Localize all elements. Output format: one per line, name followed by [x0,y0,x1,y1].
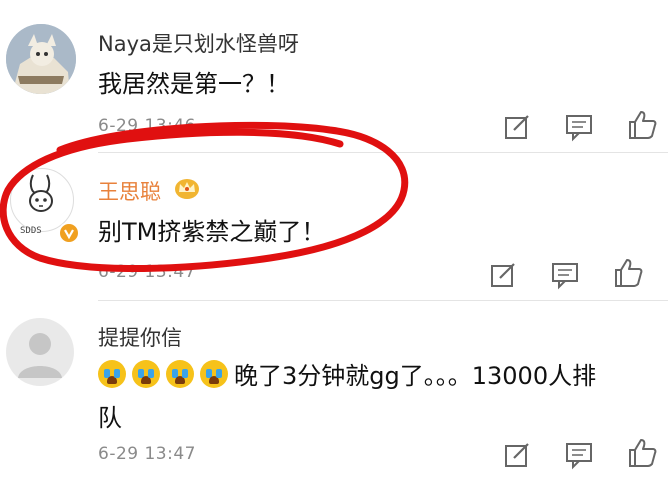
comment-text: 晚了3分钟就gg了。。。13000人排 [98,356,596,391]
crying-emoji-icon [132,360,160,388]
crown-icon [174,176,200,200]
divider [98,152,668,153]
avatar-caption: SDDS [20,226,42,236]
default-avatar-icon [18,333,62,378]
comment-icon[interactable] [562,438,596,472]
thumbs-up-icon[interactable] [626,108,660,142]
thumbs-up-icon[interactable] [626,436,660,470]
crying-emoji-icon [166,360,194,388]
edit-icon[interactable] [500,110,534,144]
avatar[interactable] [6,24,76,94]
comment-username[interactable]: Naya是只划水怪兽呀 [98,28,299,58]
comment-timestamp: 6-29 13:47 [98,262,196,282]
comment-icon[interactable] [548,258,582,292]
edit-icon[interactable] [500,438,534,472]
comment-text: 别TM挤紫禁之巅了！ [98,218,326,246]
crying-emoji-icon [200,360,228,388]
edit-icon[interactable] [486,258,520,292]
comment-text: 我居然是第一？！ [98,70,290,98]
verified-badge-icon [58,222,80,244]
comment-timestamp: 6-29 13:47 [98,444,196,464]
avatar[interactable] [6,318,74,386]
crying-emoji-icon [98,360,126,388]
comment-text-line: 队 [98,404,122,432]
comment-icon[interactable] [562,110,596,144]
divider [98,300,668,301]
comment-timestamp: 6-29 13:46 [98,116,196,136]
comment-text-line: 晚了3分钟就gg了。。。13000人排 [234,362,597,390]
comment-username[interactable]: 提提你信 [98,322,182,352]
avatar-illustration-icon [6,24,76,94]
comment-username[interactable]: 王思聪 [98,176,161,206]
thumbs-up-icon[interactable] [612,256,646,290]
rabbit-avatar-icon [29,174,53,212]
